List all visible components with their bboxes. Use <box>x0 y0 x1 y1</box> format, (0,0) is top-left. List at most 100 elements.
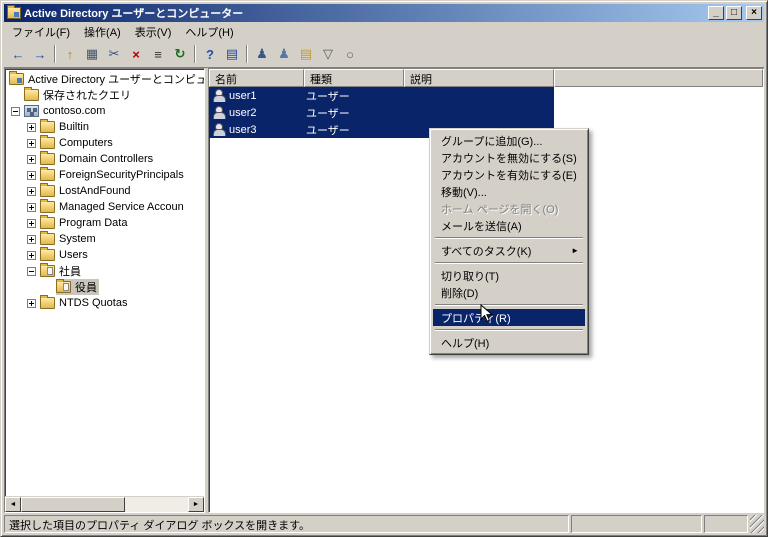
expand-plus-icon[interactable] <box>27 186 36 196</box>
expand-minus-icon[interactable] <box>11 106 20 116</box>
folder-icon <box>40 183 55 197</box>
title-bar[interactable]: Active Directory ユーザーとコンピューター _ □ × <box>4 4 764 22</box>
minimize-button[interactable]: _ <box>708 6 724 20</box>
maximize-button[interactable]: □ <box>726 6 742 20</box>
set-filter-icon[interactable]: ▽ <box>317 44 339 65</box>
context-menu-item-move[interactable]: 移動(V)... <box>433 183 585 200</box>
expand-plus-icon[interactable] <box>27 154 36 164</box>
window-controls: _ □ × <box>708 6 762 20</box>
tree-item-root[interactable]: Active Directory ユーザーとコンピュ <box>5 71 204 87</box>
refresh-icon[interactable]: ↻ <box>169 44 191 65</box>
close-button[interactable]: × <box>746 6 762 20</box>
tree-item-shain[interactable]: 社員 <box>5 263 204 279</box>
back-icon[interactable]: ← <box>7 44 29 65</box>
menu-action[interactable]: 操作(A) <box>77 22 128 42</box>
tree-horizontal-scrollbar[interactable]: ◄ ► <box>5 496 204 512</box>
new-group-icon[interactable]: ♟ <box>273 44 295 65</box>
expand-plus-icon[interactable] <box>27 218 36 228</box>
tree-item-label: ForeignSecurityPrincipals <box>59 169 184 181</box>
tree-item-content: System <box>40 231 98 245</box>
find-icon[interactable]: ○ <box>339 44 361 65</box>
new-ou-icon[interactable]: ▤ <box>295 44 317 65</box>
context-menu-item-open-home-page: ホーム ページを開く(O) <box>433 200 585 217</box>
cut-icon[interactable]: ✂ <box>103 44 125 65</box>
context-menu-item-help[interactable]: ヘルプ(H) <box>433 334 585 351</box>
scroll-left-icon[interactable]: ◄ <box>5 497 21 512</box>
menu-item-label: ホーム ページを開く(O) <box>441 203 559 216</box>
domain-icon <box>24 105 39 117</box>
cell-name: user1 <box>209 87 304 104</box>
tree-item-builtin[interactable]: Builtin <box>5 119 204 135</box>
up-one-level-icon[interactable]: ↑ <box>59 44 81 65</box>
user-name: user1 <box>229 89 257 102</box>
new-user-icon[interactable]: ♟ <box>251 44 273 65</box>
tree-item-content: Managed Service Accoun <box>40 199 186 213</box>
folder-icon <box>40 167 55 181</box>
status-bar: 選択した項目のプロパティ ダイアログ ボックスを開きます。 <box>4 513 764 533</box>
folder-icon <box>40 119 55 133</box>
user-icon <box>212 123 226 136</box>
list-row-user1[interactable]: user1 ユーザー <box>209 87 554 104</box>
expand-plus-icon[interactable] <box>27 138 36 148</box>
expand-minus-icon[interactable] <box>27 266 36 276</box>
export-list-icon[interactable]: ▤ <box>221 44 243 65</box>
tree-item-users[interactable]: Users <box>5 247 204 263</box>
folder-icon <box>40 199 55 213</box>
tree-item-label: 社員 <box>59 266 81 278</box>
tree-item-domain-controllers[interactable]: Domain Controllers <box>5 151 204 167</box>
expand-plus-icon[interactable] <box>27 298 36 308</box>
column-header-description[interactable]: 説明 <box>404 69 554 87</box>
tree-item-lost-and-found[interactable]: LostAndFound <box>5 183 204 199</box>
scroll-right-icon[interactable]: ► <box>188 497 204 512</box>
expand-plus-icon[interactable] <box>27 202 36 212</box>
scrollbar-track[interactable] <box>125 497 188 512</box>
context-menu-item-properties[interactable]: プロパティ(R) <box>433 309 585 326</box>
context-menu-item-send-mail[interactable]: メールを送信(A) <box>433 217 585 234</box>
forward-icon[interactable]: → <box>29 44 51 65</box>
expand-plus-icon[interactable] <box>27 234 36 244</box>
tree-item-program-data[interactable]: Program Data <box>5 215 204 231</box>
context-menu-item-add-to-group[interactable]: グループに追加(G)... <box>433 132 585 149</box>
folder-icon <box>40 231 55 245</box>
expand-plus-icon[interactable] <box>27 122 36 132</box>
tree-item-contoso-com[interactable]: contoso.com <box>5 103 204 119</box>
delete-icon[interactable]: × <box>125 44 147 65</box>
context-menu-item-all-tasks[interactable]: すべてのタスク(K) ► <box>433 242 585 259</box>
cell-description <box>404 87 554 104</box>
column-header-type[interactable]: 種類 <box>304 69 404 87</box>
menu-item-label: ヘルプ(H) <box>441 337 490 350</box>
tree-item-system[interactable]: System <box>5 231 204 247</box>
resize-grip[interactable] <box>750 515 764 533</box>
help-icon[interactable]: ? <box>199 44 221 65</box>
tree-item-yakuin[interactable]: 役員 <box>5 279 204 295</box>
expand-plus-icon[interactable] <box>27 170 36 180</box>
menu-file[interactable]: ファイル(F) <box>5 22 77 42</box>
list-row-user2[interactable]: user2 ユーザー <box>209 104 554 121</box>
menu-bar: ファイル(F) 操作(A) 表示(V) ヘルプ(H) <box>4 22 764 41</box>
cell-type: ユーザー <box>306 90 350 103</box>
tree-item-managed-service-accounts[interactable]: Managed Service Accoun <box>5 199 204 215</box>
context-menu-item-delete[interactable]: 削除(D) <box>433 284 585 301</box>
context-menu-item-cut[interactable]: 切り取り(T) <box>433 267 585 284</box>
column-header-name[interactable]: 名前 <box>209 69 304 87</box>
menu-separator <box>435 329 583 331</box>
show-console-tree-icon[interactable]: ▦ <box>81 44 103 65</box>
tree-item-saved-queries[interactable]: 保存されたクエリ <box>5 87 204 103</box>
tree-item-content: LostAndFound <box>40 183 133 197</box>
submenu-arrow-icon: ► <box>571 246 579 255</box>
tree-item-content: 社員 <box>40 263 83 279</box>
cell-name: user3 <box>209 121 304 138</box>
scrollbar-thumb[interactable] <box>21 497 125 512</box>
expand-plus-icon[interactable] <box>27 250 36 260</box>
context-menu-item-disable-account[interactable]: アカウントを無効にする(S) <box>433 149 585 166</box>
tree-item-foreign-security-principals[interactable]: ForeignSecurityPrincipals <box>5 167 204 183</box>
tree-item-computers[interactable]: Computers <box>5 135 204 151</box>
tree-item-ntds-quotas[interactable]: NTDS Quotas <box>5 295 204 311</box>
menu-help[interactable]: ヘルプ(H) <box>178 22 240 42</box>
menu-view[interactable]: 表示(V) <box>128 22 179 42</box>
properties-icon[interactable]: ≡ <box>147 44 169 65</box>
folder-icon <box>40 247 55 261</box>
cell-description <box>404 104 554 121</box>
context-menu-item-enable-account[interactable]: アカウントを有効にする(E) <box>433 166 585 183</box>
toolbar-separator <box>246 45 248 63</box>
